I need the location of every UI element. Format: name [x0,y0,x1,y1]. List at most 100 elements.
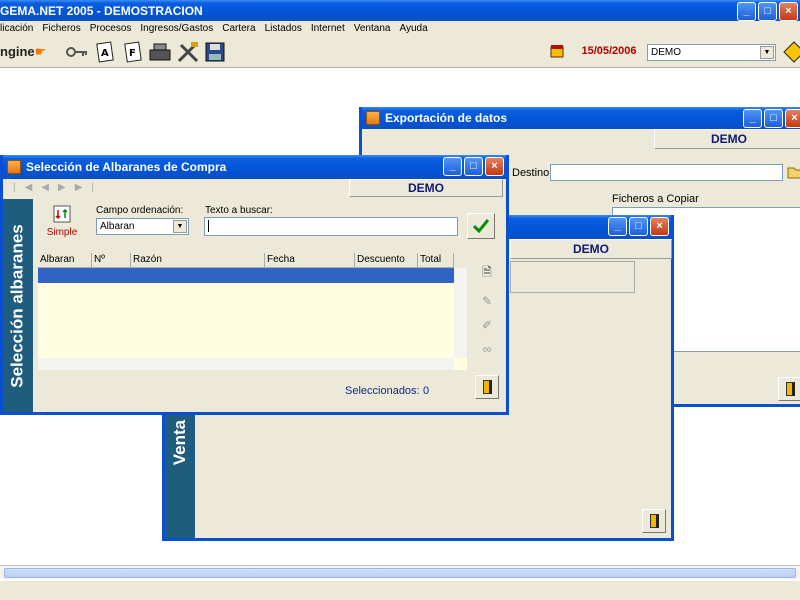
scrollbar-thumb[interactable] [4,568,796,578]
venta-window-buttons: _ □ × [608,217,669,236]
export-close-button[interactable]: × [785,109,800,128]
door-exit-icon [649,514,659,528]
export-maximize-button[interactable]: □ [764,109,783,128]
first-record-icon[interactable]: |◀ [13,182,41,193]
seleccion-minimize-button[interactable]: _ [443,157,462,176]
save-icon[interactable] [203,40,227,64]
document-f-icon[interactable]: F [121,40,145,64]
calendar-icon[interactable] [548,42,566,60]
export-company-label: DEMO [654,129,800,149]
col-descuento[interactable]: Descuento [355,253,418,268]
app-titlebar: GEMA.NET 2005 - DEMOSTRACION _ □ × [0,0,800,21]
texto-buscar-label: Texto a buscar: [205,205,273,216]
chevron-down-icon[interactable]: ▼ [173,220,187,233]
company-select-value: DEMO [651,47,681,58]
menu-internet[interactable]: Internet [311,21,345,36]
hand-icon: ☛ [34,44,47,59]
menu-bar: licación Ficheros Procesos Ingresos/Gast… [0,21,800,36]
menu-ingresos-gastos[interactable]: Ingresos/Gastos [140,21,213,36]
folder-open-icon[interactable] [786,162,800,182]
campo-ordenacion-select[interactable]: Albaran ▼ [96,218,189,235]
col-fecha[interactable]: Fecha [265,253,355,268]
venta-maximize-button[interactable]: □ [629,217,648,236]
record-navigation[interactable]: |◀◀▶▶| [13,182,103,193]
simple-button[interactable]: Simple [43,205,81,243]
eraser-icon[interactable]: ✎ [482,294,492,308]
simple-label: Simple [46,227,78,238]
seleccion-maximize-button[interactable]: □ [464,157,483,176]
grid-horizontal-scrollbar[interactable] [38,358,454,370]
last-record-icon[interactable]: ▶| [75,182,103,193]
logo-text: ngine [0,44,35,59]
new-document-icon[interactable]: 🗎 [482,263,492,284]
col-albaran[interactable]: Albaran [38,253,92,268]
prev-record-icon[interactable]: ◀ [41,182,58,193]
venta-side-banner: Venta d [165,405,195,538]
seleccion-exit-button[interactable] [475,375,499,399]
menu-procesos[interactable]: Procesos [90,21,132,36]
col-razon[interactable]: Razón [131,253,265,268]
campo-ordenacion-value: Albaran [100,221,135,232]
destino-input[interactable] [550,164,783,181]
cash-register-icon[interactable] [148,40,172,64]
seleccionados-count: 0 [423,385,430,397]
export-title: Exportación de datos [385,111,508,125]
document-a-icon[interactable]: A [93,40,117,64]
glasses-icon[interactable]: ∞ [483,342,492,356]
venta-minimize-button[interactable]: _ [608,217,627,236]
venta-grid-header [510,261,635,293]
destino-label: Destino : [512,167,556,179]
venta-close-button[interactable]: × [650,217,669,236]
chevron-down-icon[interactable]: ▼ [760,46,774,59]
export-minimize-button[interactable]: _ [743,109,762,128]
edit-pencil-icon[interactable]: ✐ [482,318,492,332]
side-tools: 🗎 ✎ ✐ ∞ [473,253,501,373]
export-window-buttons: _ □ × [743,109,800,128]
seleccion-title: Selección de Albaranes de Compra [26,160,227,174]
app-minimize-button[interactable]: _ [737,2,756,21]
tools-icon[interactable] [176,40,200,64]
seleccion-side-banner: Selección albaranes [3,199,33,412]
venta-exit-button[interactable] [642,509,666,533]
main-horizontal-scrollbar[interactable] [0,565,800,579]
menu-aplicacion[interactable]: licación [0,21,33,36]
company-select[interactable]: DEMO ▼ [647,44,776,61]
campo-ordenacion-label: Campo ordenación: [96,205,184,216]
app-window-buttons: _ □ × [737,2,798,21]
window-app-icon [366,111,380,125]
seleccion-titlebar: Selección de Albaranes de Compra _ □ × [3,155,506,179]
col-n-prov[interactable]: Nº Prov. [92,253,131,268]
keys-icon[interactable] [65,40,89,64]
seleccion-close-button[interactable]: × [485,157,504,176]
menu-listados[interactable]: Listados [265,21,302,36]
menu-cartera[interactable]: Cartera [222,21,255,36]
seleccion-company-label: DEMO [349,179,503,197]
door-exit-icon [482,380,492,394]
confirm-button[interactable] [467,213,495,239]
seleccionados-label: Seleccionados: [345,385,420,397]
grid-vertical-scrollbar[interactable] [454,268,467,358]
app-title: GEMA.NET 2005 - DEMOSTRACION [0,3,203,18]
svg-text:A: A [101,48,109,59]
app-maximize-button[interactable]: □ [758,2,777,21]
status-bar [0,580,800,600]
export-titlebar: Exportación de datos _ □ × [362,107,800,129]
export-exit-button[interactable] [778,377,800,401]
menu-ficheros[interactable]: Ficheros [42,21,80,36]
ficheros-label: Ficheros a Copiar [612,193,699,205]
exit-badge-icon[interactable] [782,40,800,64]
seleccion-banner-text: Selección albaranes [8,223,28,388]
checkmark-icon [473,219,489,233]
date-display: 15/05/2006 [574,42,644,60]
texto-buscar-input[interactable] [204,217,458,236]
window-app-icon [7,160,21,174]
menu-ayuda[interactable]: Ayuda [399,21,427,36]
menu-ventana[interactable]: Ventana [354,21,391,36]
albaranes-grid[interactable] [38,268,467,370]
grid-header: Albaran Nº Prov. Razón Fecha Descuento T… [38,253,467,268]
table-row[interactable] [38,268,454,283]
next-record-icon[interactable]: ▶ [58,182,75,193]
col-total[interactable]: Total [418,253,454,268]
seleccion-window-buttons: _ □ × [443,157,504,176]
app-close-button[interactable]: × [779,2,798,21]
